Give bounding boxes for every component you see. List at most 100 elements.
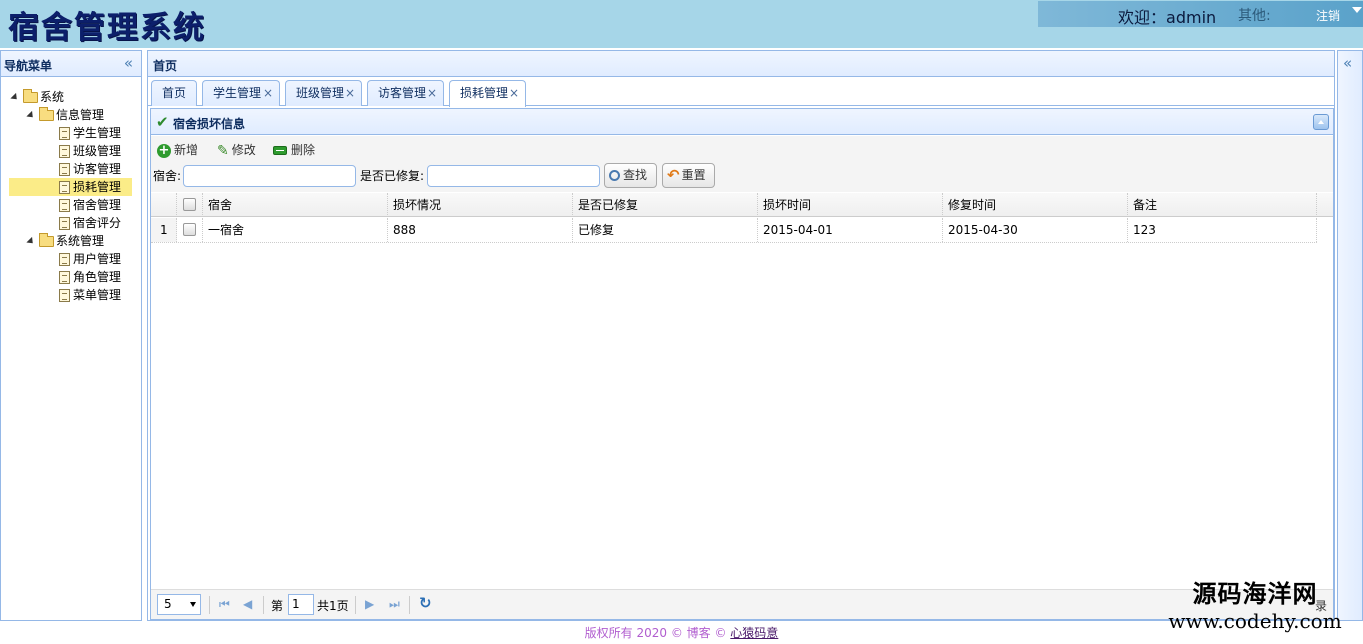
file-icon (59, 127, 70, 140)
column-header[interactable]: 修复时间 (943, 193, 1128, 217)
close-icon[interactable]: × (263, 81, 273, 105)
column-header[interactable]: 损坏情况 (388, 193, 573, 217)
tab-home[interactable]: 首页 (151, 80, 197, 106)
watermark: 源码海洋网 www.codehy.com (1150, 580, 1360, 640)
damage-panel-title: 宿舍损坏信息 (173, 117, 246, 131)
row-number: 1 (151, 218, 177, 242)
reset-arrow-icon: ↶ (667, 166, 680, 184)
folder-icon (39, 107, 54, 121)
reset-button[interactable]: ↶ 重置 (662, 163, 715, 188)
refresh-icon[interactable]: ↻ (419, 594, 432, 612)
damage-info-panel: ✔ 宿舍损坏信息 + 新增 ✎ 修改 删除 宿舍: 是否已修复: 查找 ↶ 重置 宿舍… (150, 108, 1334, 620)
expand-triangle-icon[interactable] (10, 92, 20, 103)
table-row[interactable]: 1 一宿舍 888 已修复 2015-04-01 2015-04-30 123 (151, 218, 1317, 243)
tree-node-menu-management[interactable]: 菜单管理 (59, 286, 121, 304)
nav-panel: 导航菜单 « 系统 信息管理 学生管理 班级管理 访客管理 损耗管理 宿舍管理 … (0, 50, 142, 621)
file-icon (59, 145, 70, 158)
repaired-label: 是否已修复: (360, 169, 425, 183)
column-header[interactable]: 宿舍 (203, 193, 388, 217)
tab-damage-management[interactable]: 损耗管理 × (449, 80, 526, 107)
tree-node-system-management[interactable]: 系统管理 (26, 232, 104, 250)
pencil-icon: ✎ (217, 142, 229, 159)
table-cell: 2015-04-01 (758, 218, 943, 242)
delete-button[interactable]: 删除 (273, 140, 315, 160)
tree-node-role-management[interactable]: 角色管理 (59, 268, 121, 286)
username: admin (1166, 8, 1217, 27)
row-select-cell (177, 218, 203, 242)
main-panel-header: 首页 (148, 51, 1334, 77)
collapse-up-icon[interactable] (1313, 114, 1329, 130)
close-icon[interactable]: × (509, 81, 519, 105)
column-header[interactable]: 损坏时间 (758, 193, 943, 217)
tree-node-student-management[interactable]: 学生管理 (59, 124, 121, 142)
tree-node-system[interactable]: 系统 (10, 88, 64, 106)
column-header[interactable]: 是否已修复 (573, 193, 758, 217)
tree-node-dorm-rating[interactable]: 宿舍评分 (59, 214, 121, 232)
page-size-select[interactable]: 5 (157, 594, 201, 615)
expand-left-icon[interactable]: « (1343, 54, 1352, 72)
tab-student-management[interactable]: 学生管理 × (202, 80, 280, 106)
main-title: 首页 (153, 59, 178, 73)
file-icon (59, 253, 70, 266)
damage-panel-header: ✔ 宿舍损坏信息 (151, 109, 1333, 135)
file-icon (59, 181, 70, 194)
chevron-down-icon[interactable] (1352, 7, 1362, 13)
tab-strip: 首页 学生管理 × 班级管理 × 访客管理 × 损耗管理 × (148, 78, 1334, 107)
plus-icon: + (157, 142, 171, 158)
footer-link[interactable]: 心猿码意 (730, 626, 778, 640)
tree-node-visitor-management[interactable]: 访客管理 (59, 160, 121, 178)
main-panel: 首页 首页 学生管理 × 班级管理 × 访客管理 × 损耗管理 × ✔ 宿舍损坏信息 +… (147, 50, 1335, 621)
page-prefix: 第 (271, 599, 284, 613)
logout-button[interactable]: 注销 (1316, 7, 1340, 24)
tree-node-user-management[interactable]: 用户管理 (59, 250, 121, 268)
select-all-checkbox[interactable] (183, 198, 196, 211)
row-checkbox[interactable] (183, 223, 196, 236)
minus-icon (273, 146, 287, 155)
page-number-input[interactable]: 1 (288, 594, 314, 615)
close-icon[interactable]: × (427, 81, 437, 105)
prev-page-icon[interactable]: ◀ (243, 597, 252, 611)
damage-table: 宿舍 损坏情况 是否已修复 损坏时间 修复时间 备注 1 一宿舍 888 已修复… (151, 193, 1333, 588)
table-cell: 123 (1128, 218, 1317, 242)
top-header: 宿舍管理系统 欢迎：admin 其他: 注销 (0, 0, 1363, 48)
divider (355, 596, 356, 614)
close-icon[interactable]: × (345, 81, 355, 105)
app-title: 宿舍管理系统 (8, 10, 206, 46)
last-page-icon[interactable]: ⏭ (389, 597, 400, 612)
add-button[interactable]: + 新增 (157, 140, 198, 160)
user-bar: 欢迎：admin 其他: 注销 (1038, 1, 1363, 27)
table-header: 宿舍 损坏情况 是否已修复 损坏时间 修复时间 备注 (151, 193, 1333, 217)
dorm-label: 宿舍: (153, 169, 182, 183)
tree-node-info-management[interactable]: 信息管理 (26, 106, 104, 124)
search-button[interactable]: 查找 (604, 163, 657, 188)
dorm-search-input[interactable] (183, 165, 356, 187)
edit-button[interactable]: ✎ 修改 (217, 140, 256, 160)
folder-icon (23, 89, 38, 103)
tree-node-dorm-management[interactable]: 宿舍管理 (59, 196, 121, 214)
nav-panel-header: 导航菜单 « (1, 51, 141, 77)
other-label: 其他: (1238, 8, 1271, 24)
first-page-icon[interactable]: ⏮ (219, 597, 230, 612)
expand-triangle-icon[interactable] (26, 110, 36, 121)
nav-title: 导航菜单 (4, 59, 53, 73)
check-icon: ✔ (156, 113, 169, 131)
file-icon (59, 163, 70, 176)
folder-icon (39, 233, 54, 247)
tab-visitor-management[interactable]: 访客管理 × (367, 80, 444, 106)
next-page-icon[interactable]: ▶ (365, 597, 374, 611)
tab-class-management[interactable]: 班级管理 × (285, 80, 362, 106)
column-header[interactable]: 备注 (1128, 193, 1317, 217)
expand-triangle-icon[interactable] (26, 236, 36, 247)
table-cell: 已修复 (573, 218, 758, 242)
divider (209, 596, 210, 614)
collapse-left-icon[interactable]: « (124, 54, 133, 72)
watermark-text: 源码海洋网 (1192, 580, 1318, 608)
divider (263, 596, 264, 614)
tree-node-damage-management[interactable]: 损耗管理 (9, 178, 132, 196)
welcome-text: 欢迎：admin (1118, 8, 1217, 27)
row-number-header (151, 193, 177, 217)
tree-node-class-management[interactable]: 班级管理 (59, 142, 121, 160)
file-icon (59, 217, 70, 230)
repaired-search-input[interactable] (427, 165, 600, 187)
file-icon (59, 199, 70, 212)
